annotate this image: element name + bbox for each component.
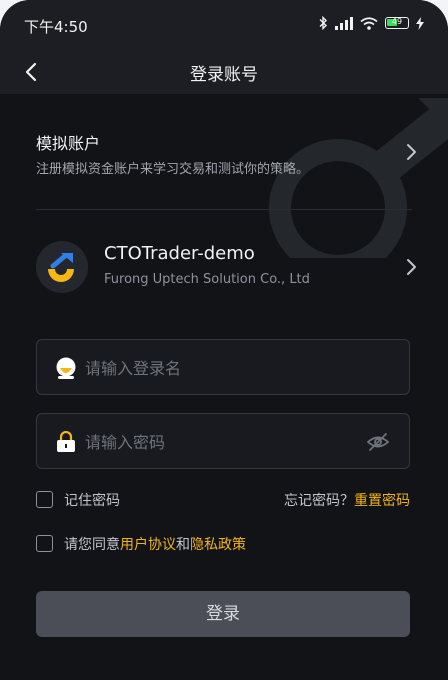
remember-password-label: 记住密码 (64, 493, 120, 509)
bluetooth-icon (319, 16, 327, 30)
broker-row[interactable]: CTOTrader-demo Furong Uptech Solution Co… (0, 224, 448, 314)
agreement-prefix: 请您同意 (64, 537, 120, 553)
forgot-password-text: 忘记密码？ (284, 493, 354, 509)
password-field[interactable] (36, 413, 410, 470)
login-content: 模拟账户 注册模拟资金账户来学习交易和测试你的策略。 CTOTrader-dem… (0, 94, 448, 680)
chevron-right-icon (407, 259, 416, 275)
username-input[interactable] (83, 340, 367, 396)
eye-off-icon[interactable] (367, 432, 389, 452)
user-agreement-link[interactable]: 用户协议 (120, 537, 176, 553)
phone-screen: 下午4:50 49 登录账号 模拟账户 注册模拟资金账户来学习交易和测试你的策略… (0, 0, 448, 680)
charging-icon (416, 16, 424, 30)
username-field[interactable] (36, 339, 410, 396)
forgot-password: 忘记密码？重置密码 (284, 490, 410, 510)
broker-name: CTOTrader-demo (104, 243, 255, 264)
demo-account-description: 注册模拟资金账户来学习交易和测试你的策略。 (36, 162, 310, 177)
agree-terms-checkbox[interactable] (36, 535, 53, 552)
status-time: 下午4:50 (24, 18, 88, 36)
broker-company: Furong Uptech Solution Co., Ltd (104, 272, 310, 287)
wifi-icon (360, 16, 378, 30)
agreement-text: 请您同意用户协议和隐私政策 (64, 534, 246, 554)
status-icons: 49 (318, 16, 424, 30)
privacy-policy-link[interactable]: 隐私政策 (190, 537, 246, 553)
battery-icon: 49 (385, 17, 409, 29)
agreement-and: 和 (176, 537, 190, 553)
login-button[interactable]: 登录 (36, 591, 410, 637)
battery-level: 49 (391, 17, 403, 26)
signal-icon (335, 16, 353, 30)
nav-bar: 登录账号 (0, 50, 448, 94)
page-title: 登录账号 (190, 65, 258, 85)
broker-logo-icon (36, 241, 88, 293)
remember-password-checkbox[interactable] (36, 491, 53, 508)
password-input[interactable] (83, 414, 367, 470)
divider (36, 209, 412, 210)
lock-icon (57, 431, 75, 452)
chevron-right-icon (407, 144, 416, 160)
reset-password-link[interactable]: 重置密码 (354, 493, 410, 509)
demo-account-title: 模拟账户 (36, 134, 101, 153)
user-icon (56, 357, 76, 379)
demo-account-row[interactable]: 模拟账户 注册模拟资金账户来学习交易和测试你的策略。 (0, 94, 448, 209)
status-bar: 下午4:50 49 (0, 0, 448, 50)
